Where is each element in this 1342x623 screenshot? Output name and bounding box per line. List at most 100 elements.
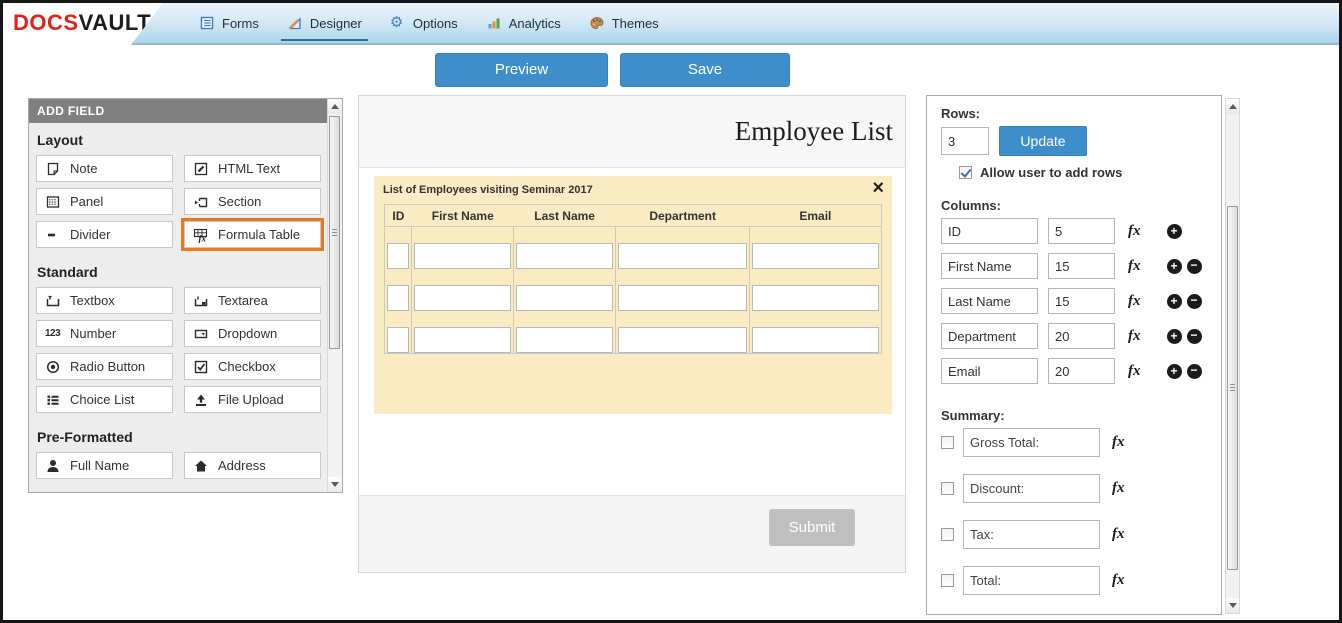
remove-column-button[interactable]	[1187, 364, 1202, 379]
formula-fx-icon[interactable]: fx	[1128, 328, 1141, 345]
column-config-row: fx	[941, 288, 1207, 314]
column-config-row: fx	[941, 218, 1207, 244]
table-cell-input[interactable]	[414, 243, 511, 269]
column-name-input[interactable]	[941, 323, 1038, 349]
submit-button[interactable]: Submit	[769, 509, 855, 546]
formula-fx-icon[interactable]: fx	[1128, 223, 1141, 240]
scroll-up-arrow[interactable]	[328, 99, 341, 114]
table-cell-input[interactable]	[414, 327, 511, 353]
file-upload-icon	[193, 392, 209, 408]
column-width-input[interactable]	[1048, 288, 1115, 314]
tab-themes[interactable]: Themes	[589, 3, 659, 43]
formula-fx-icon[interactable]: fx	[1112, 480, 1125, 497]
formula-table-widget[interactable]: List of Employees visiting Seminar 2017 …	[374, 176, 892, 414]
summary-row-gross-total: fx	[941, 428, 1207, 457]
table-cell-input[interactable]	[387, 243, 409, 269]
add-column-button[interactable]	[1167, 329, 1182, 344]
sidebar-scrollbar[interactable]	[327, 99, 342, 492]
scrollbar-thumb[interactable]	[329, 116, 340, 349]
formula-fx-icon[interactable]: fx	[1112, 526, 1125, 543]
table-widget-label: List of Employees visiting Seminar 2017	[383, 184, 593, 196]
close-icon[interactable]: ×	[872, 177, 884, 199]
section-title-preformatted: Pre-Formatted	[37, 429, 320, 445]
scroll-down-arrow[interactable]	[1226, 598, 1239, 613]
summary-field-input[interactable]	[963, 474, 1100, 503]
add-column-button[interactable]	[1167, 259, 1182, 274]
save-button[interactable]: Save	[620, 53, 790, 87]
field-button-address[interactable]: Address	[184, 452, 321, 479]
field-button-dropdown[interactable]: Dropdown	[184, 320, 321, 347]
scrollbar-grip	[332, 229, 337, 237]
scroll-down-arrow[interactable]	[328, 477, 341, 492]
column-header-last-name: Last Name	[514, 205, 616, 227]
field-button-textbox[interactable]: Textbox	[36, 287, 173, 314]
table-cell-input[interactable]	[414, 285, 511, 311]
table-cell-input[interactable]	[618, 327, 747, 353]
column-width-input[interactable]	[1048, 253, 1115, 279]
table-cell-input[interactable]	[752, 327, 879, 353]
remove-column-button[interactable]	[1187, 294, 1202, 309]
remove-column-button[interactable]	[1187, 259, 1202, 274]
table-cell-input[interactable]	[516, 243, 613, 269]
update-button[interactable]: Update	[999, 126, 1087, 156]
field-button-radio[interactable]: Radio Button	[36, 353, 173, 380]
field-button-section[interactable]: Section	[184, 188, 321, 215]
tab-forms[interactable]: Forms	[199, 3, 259, 43]
field-button-panel[interactable]: Panel	[36, 188, 173, 215]
column-width-input[interactable]	[1048, 358, 1115, 384]
table-cell-input[interactable]	[387, 285, 409, 311]
formula-fx-icon[interactable]: fx	[1128, 363, 1141, 380]
field-button-divider[interactable]: Divider	[36, 221, 173, 248]
summary-checkbox[interactable]	[941, 436, 954, 449]
summary-checkbox[interactable]	[941, 528, 954, 541]
field-button-choice-list[interactable]: Choice List	[36, 386, 173, 413]
summary-field-input[interactable]	[963, 520, 1100, 549]
summary-field-input[interactable]	[963, 428, 1100, 457]
add-column-button[interactable]	[1167, 294, 1182, 309]
tab-analytics[interactable]: Analytics	[486, 3, 561, 43]
scroll-up-arrow[interactable]	[1226, 99, 1239, 114]
field-button-note[interactable]: Note	[36, 155, 173, 182]
add-column-button[interactable]	[1167, 364, 1182, 379]
field-button-label: Note	[70, 161, 97, 176]
column-name-input[interactable]	[941, 288, 1038, 314]
field-button-formula-table[interactable]: fx Formula Table	[184, 221, 321, 248]
table-cell-input[interactable]	[618, 285, 747, 311]
preview-button[interactable]: Preview	[435, 53, 608, 87]
table-cell-input[interactable]	[387, 327, 409, 353]
column-name-input[interactable]	[941, 218, 1038, 244]
formula-fx-icon[interactable]: fx	[1112, 434, 1125, 451]
table-cell-input[interactable]	[516, 327, 613, 353]
field-button-textarea[interactable]: Textarea	[184, 287, 321, 314]
tab-designer[interactable]: Designer	[287, 3, 362, 43]
formula-fx-icon[interactable]: fx	[1128, 293, 1141, 310]
add-column-button[interactable]	[1167, 224, 1182, 239]
palette-icon	[589, 15, 605, 31]
field-button-number[interactable]: 123 Number	[36, 320, 173, 347]
field-button-checkbox[interactable]: Checkbox	[184, 353, 321, 380]
rows-count-input[interactable]	[941, 127, 989, 155]
tab-options[interactable]: Options	[390, 3, 458, 43]
summary-checkbox[interactable]	[941, 482, 954, 495]
column-width-input[interactable]	[1048, 218, 1115, 244]
formula-fx-icon[interactable]: fx	[1112, 572, 1125, 589]
column-width-input[interactable]	[1048, 323, 1115, 349]
allow-add-rows-checkbox[interactable]	[959, 166, 972, 179]
table-cell-input[interactable]	[516, 285, 613, 311]
properties-scrollbar[interactable]	[1225, 98, 1240, 614]
number-123-icon: 123	[45, 326, 61, 342]
field-button-file-upload[interactable]: File Upload	[184, 386, 321, 413]
column-name-input[interactable]	[941, 253, 1038, 279]
remove-column-button[interactable]	[1187, 329, 1202, 344]
summary-checkbox[interactable]	[941, 574, 954, 587]
summary-field-input[interactable]	[963, 566, 1100, 595]
field-button-html-text[interactable]: HTML Text	[184, 155, 321, 182]
table-cell-input[interactable]	[752, 243, 879, 269]
field-button-full-name[interactable]: Full Name	[36, 452, 173, 479]
scrollbar-thumb[interactable]	[1227, 206, 1238, 570]
table-cell-input[interactable]	[618, 243, 747, 269]
formula-fx-icon[interactable]: fx	[1128, 258, 1141, 275]
table-cell-input[interactable]	[752, 285, 879, 311]
column-name-input[interactable]	[941, 358, 1038, 384]
summary-row-discount: fx	[941, 474, 1207, 503]
